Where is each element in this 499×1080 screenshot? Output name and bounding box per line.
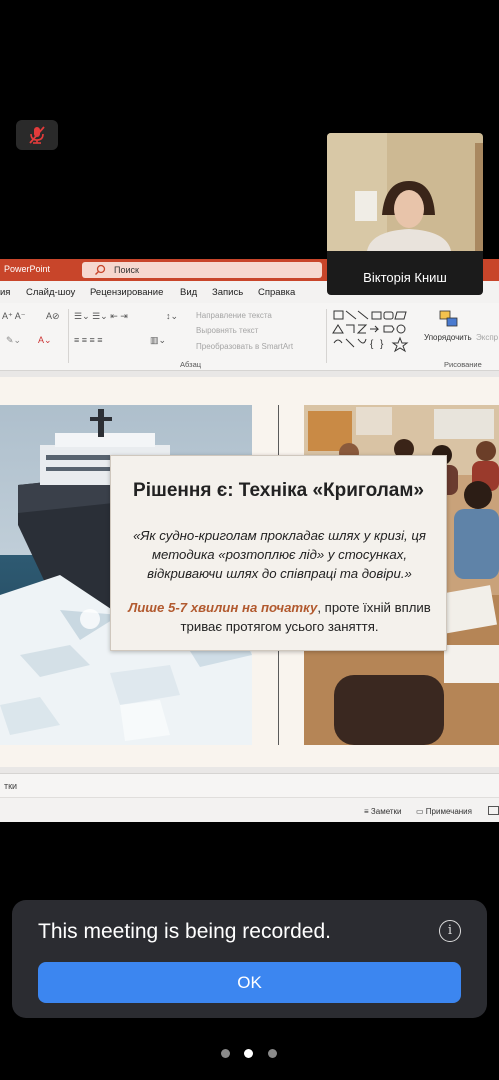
mic-muted-badge[interactable] bbox=[16, 120, 58, 150]
search-box[interactable]: Поиск bbox=[82, 262, 322, 278]
page-dot[interactable] bbox=[221, 1049, 230, 1058]
tab-partial[interactable]: ия bbox=[0, 287, 10, 298]
status-bar: ≡ Заметки ▭ Примечания bbox=[0, 797, 499, 822]
meeting-screen: PowerPoint Поиск ия Слайд-шоу Рецензиров… bbox=[0, 0, 499, 1080]
tab-review[interactable]: Рецензирование bbox=[90, 287, 163, 298]
text-direction[interactable]: Направление текста bbox=[196, 311, 272, 320]
svg-text:}: } bbox=[380, 339, 384, 350]
tab-help[interactable]: Справка bbox=[258, 287, 295, 298]
info-icon[interactable]: i bbox=[439, 920, 461, 942]
page-indicator bbox=[0, 1049, 499, 1059]
line-spacing-icon[interactable]: ↕⌄ bbox=[166, 311, 178, 322]
page-dot-active[interactable] bbox=[244, 1049, 253, 1058]
group-drawing-label: Рисование bbox=[444, 360, 482, 369]
font-color-icon[interactable]: A⌄ bbox=[38, 335, 52, 346]
participant-video bbox=[327, 133, 483, 251]
arrange-icon[interactable] bbox=[438, 309, 460, 331]
comments-icon: ▭ bbox=[416, 807, 424, 816]
ok-button[interactable]: OK bbox=[38, 962, 461, 1003]
tab-slideshow[interactable]: Слайд-шоу bbox=[26, 287, 75, 298]
shared-screen: PowerPoint Поиск ия Слайд-шоу Рецензиров… bbox=[0, 259, 499, 822]
express-styles-label[interactable]: Экспр стил bbox=[476, 333, 499, 342]
slide-body: Лише 5-7 хвилин на початку, проте їхній … bbox=[125, 598, 434, 636]
notes-button[interactable]: ≡ Заметки bbox=[364, 807, 402, 816]
shapes-icon: {} bbox=[332, 310, 409, 353]
highlight-icon[interactable]: ✎⌄ bbox=[6, 335, 21, 346]
mic-muted-icon bbox=[29, 126, 45, 144]
comments-label: Примечания bbox=[425, 807, 472, 816]
notes-icon: ≡ bbox=[364, 807, 369, 816]
participant-name: Вікторія Книш bbox=[363, 270, 447, 285]
notes-placeholder: тки bbox=[4, 781, 18, 791]
tab-view[interactable]: Вид bbox=[180, 287, 197, 298]
arrange-shapes-icon bbox=[439, 310, 458, 327]
notes-label: Заметки bbox=[370, 807, 402, 816]
tab-record[interactable]: Запись bbox=[212, 287, 243, 298]
normal-view-icon[interactable] bbox=[488, 806, 499, 815]
search-placeholder: Поиск bbox=[114, 265, 139, 275]
slide-accent-text: Лише 5-7 хвилин на початку bbox=[128, 600, 318, 615]
ribbon: A⁺ A⁻ A⊘ ✎⌄ A⌄ ☰⌄ ☰⌄ ⇤ ⇥ ≡ ≡ ≡ ≡ ↕⌄ ▥⌄ Н… bbox=[0, 303, 499, 371]
columns-icon[interactable]: ▥⌄ bbox=[150, 335, 166, 346]
shapes-gallery[interactable]: {} bbox=[332, 309, 416, 357]
slide-textbox[interactable]: Рішення є: Техніка «Криголам» «Як судно-… bbox=[110, 455, 447, 651]
align-icons[interactable]: ≡ ≡ ≡ ≡ bbox=[74, 335, 103, 345]
svg-text:{: { bbox=[370, 339, 374, 350]
page-dot[interactable] bbox=[268, 1049, 277, 1058]
comments-button[interactable]: ▭ Примечания bbox=[416, 807, 472, 816]
convert-smartart[interactable]: Преобразовать в SmartArt bbox=[196, 342, 293, 351]
slide[interactable]: Рішення є: Техніка «Криголам» «Як судно-… bbox=[0, 377, 499, 767]
app-name: PowerPoint bbox=[4, 264, 51, 274]
slide-canvas: Рішення є: Техніка «Криголам» «Як судно-… bbox=[0, 371, 499, 773]
slide-quote: «Як судно-криголам прокладає шлях у криз… bbox=[133, 528, 426, 581]
ribbon-separator bbox=[326, 309, 327, 363]
clear-format-icon[interactable]: A⊘ bbox=[46, 311, 60, 322]
arrange-label[interactable]: Упорядочить bbox=[424, 333, 472, 342]
font-size-up[interactable]: A⁺ A⁻ bbox=[2, 311, 26, 322]
bullets-icon[interactable]: ☰⌄ ☰⌄ ⇤ ⇥ bbox=[74, 311, 128, 322]
align-text[interactable]: Выровнять текст bbox=[196, 326, 258, 335]
recording-message: This meeting is being recorded. bbox=[38, 920, 331, 943]
notes-pane[interactable]: тки bbox=[0, 773, 499, 797]
recording-banner: This meeting is being recorded. i OK bbox=[12, 900, 487, 1018]
ribbon-separator bbox=[68, 309, 69, 363]
search-icon bbox=[95, 264, 106, 275]
participant-tile[interactable]: Вікторія Книш bbox=[327, 133, 483, 295]
slide-heading: Рішення є: Техніка «Криголам» bbox=[133, 480, 424, 501]
group-paragraph-label: Абзац bbox=[180, 360, 202, 369]
